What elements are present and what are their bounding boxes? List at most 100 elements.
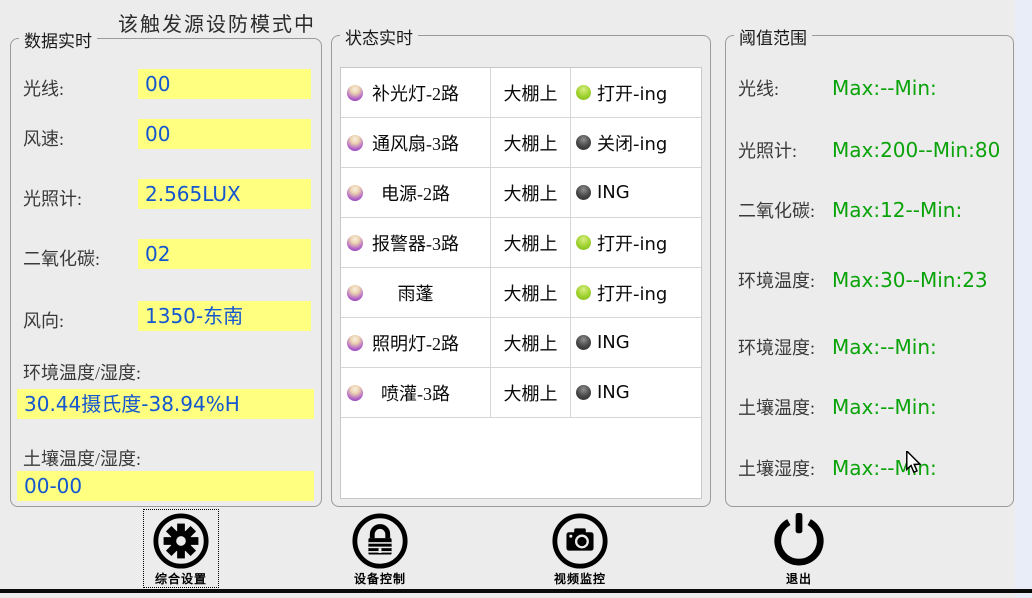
status-dot-icon — [576, 285, 591, 300]
device-ball-icon — [347, 335, 363, 351]
light-label: 光线: — [23, 75, 64, 101]
threshold-label: 光线: — [738, 75, 832, 101]
device-control-button[interactable]: 设备控制 — [342, 509, 418, 588]
device-location-cell: 大棚上 — [491, 118, 571, 167]
threshold-label: 环境温度: — [738, 267, 832, 293]
camera-icon — [551, 512, 609, 570]
settings-button[interactable]: 综合设置 — [143, 509, 219, 588]
table-row[interactable]: 电源-2路 大棚上 ING — [341, 168, 701, 218]
realtime-status-panel-title: 状态实时 — [340, 24, 418, 49]
status-dot-icon — [576, 135, 591, 150]
status-text: ING — [597, 382, 630, 403]
video-monitor-button-label: 视频监控 — [543, 570, 617, 587]
status-dot-icon — [576, 235, 591, 250]
device-status-cell: 关闭-ing — [571, 118, 701, 167]
device-name-cell: 雨蓬 — [341, 268, 491, 317]
table-row[interactable]: 补光灯-2路 大棚上 打开-ing — [341, 68, 701, 118]
threshold-value: Max:200--Min:80 — [832, 138, 1000, 162]
device-status-cell: 打开-ing — [571, 218, 701, 267]
device-name: 照明灯-2路 — [372, 330, 459, 356]
lux-meter-label: 光照计: — [23, 185, 82, 211]
status-text: 关闭-ing — [597, 130, 667, 156]
table-row[interactable]: 报警器-3路 大棚上 打开-ing — [341, 218, 701, 268]
bottom-divider — [0, 589, 1032, 593]
device-name-cell: 电源-2路 — [341, 168, 491, 217]
threshold-label: 土壤温度: — [738, 394, 832, 420]
device-name: 通风扇-3路 — [372, 130, 459, 156]
realtime-data-panel: 数据实时 光线: 00 风速: 00 光照计: 2.565LUX 二氧化碳: 0… — [10, 38, 322, 507]
threshold-row: 土壤温度:Max:--Min: — [738, 394, 937, 420]
soil-temp-humidity-label: 土壤温度/湿度: — [23, 445, 141, 471]
device-ball-icon — [347, 85, 363, 101]
co2-label: 二氧化碳: — [23, 245, 100, 271]
device-name-cell: 照明灯-2路 — [341, 318, 491, 367]
device-ball-icon — [347, 185, 363, 201]
threshold-range-panel-title: 阈值范围 — [734, 24, 812, 49]
device-name: 报警器-3路 — [372, 230, 459, 256]
realtime-data-panel-title: 数据实时 — [19, 27, 97, 52]
status-dot-icon — [576, 385, 591, 400]
status-text: 打开-ing — [597, 280, 667, 306]
lock-icon — [351, 512, 409, 570]
device-status-cell: ING — [571, 368, 701, 417]
device-location-cell: 大棚上 — [491, 368, 571, 417]
device-ball-icon — [347, 285, 363, 301]
threshold-row: 环境温度:Max:30--Min:23 — [738, 267, 988, 293]
status-text: 打开-ing — [597, 80, 667, 106]
threshold-label: 土壤湿度: — [738, 455, 832, 481]
light-value-field[interactable]: 00 — [138, 69, 311, 99]
device-name: 补光灯-2路 — [372, 80, 459, 106]
threshold-row: 二氧化碳:Max:12--Min: — [738, 197, 962, 223]
threshold-value: Max:--Min: — [832, 76, 937, 100]
table-row[interactable]: 通风扇-3路 大棚上 关闭-ing — [341, 118, 701, 168]
device-name-cell: 通风扇-3路 — [341, 118, 491, 167]
device-status-cell: 打开-ing — [571, 68, 701, 117]
wind-direction-value-field[interactable]: 1350-东南 — [138, 301, 311, 331]
status-dot-icon — [576, 185, 591, 200]
status-dot-icon — [576, 335, 591, 350]
env-temp-humidity-value-field[interactable]: 30.44摄氏度-38.94%H — [17, 389, 314, 419]
mouse-cursor — [905, 451, 925, 474]
table-row[interactable]: 雨蓬 大棚上 打开-ing — [341, 268, 701, 318]
table-row[interactable]: 喷灌-3路 大棚上 ING — [341, 368, 701, 418]
device-location-cell: 大棚上 — [491, 268, 571, 317]
co2-value-field[interactable]: 02 — [138, 239, 311, 269]
threshold-row: 环境湿度:Max:--Min: — [738, 334, 937, 360]
soil-temp-humidity-value-field[interactable]: 00-00 — [17, 471, 314, 501]
device-name-cell: 报警器-3路 — [341, 218, 491, 267]
screen-edge-strip — [1015, 0, 1032, 598]
device-status-cell: ING — [571, 168, 701, 217]
table-row[interactable]: 照明灯-2路 大棚上 ING — [341, 318, 701, 368]
device-location-cell: 大棚上 — [491, 68, 571, 117]
device-name: 电源-2路 — [381, 180, 450, 206]
threshold-value: Max:30--Min:23 — [832, 268, 988, 292]
device-status-cell: ING — [571, 318, 701, 367]
settings-button-label: 综合设置 — [144, 570, 218, 587]
env-temp-humidity-label: 环境温度/湿度: — [23, 359, 141, 385]
threshold-value: Max:12--Min: — [832, 198, 962, 222]
status-text: ING — [597, 182, 630, 203]
device-status-table: 补光灯-2路 大棚上 打开-ing 通风扇-3路 大棚上 关闭-ing 电源-2… — [340, 67, 702, 499]
realtime-status-panel: 状态实时 补光灯-2路 大棚上 打开-ing 通风扇-3路 大棚上 关闭-ing — [331, 35, 711, 507]
status-text: ING — [597, 332, 630, 353]
threshold-label: 光照计: — [738, 137, 832, 163]
threshold-range-panel: 阈值范围 光线:Max:--Min: 光照计:Max:200--Min:80 二… — [725, 35, 1014, 507]
wind-direction-label: 风向: — [23, 307, 64, 333]
threshold-label: 二氧化碳: — [738, 197, 832, 223]
device-name-cell: 补光灯-2路 — [341, 68, 491, 117]
status-text: 打开-ing — [597, 230, 667, 256]
threshold-value: Max:--Min: — [832, 395, 937, 419]
gear-icon — [152, 512, 210, 570]
device-status-cell: 打开-ing — [571, 268, 701, 317]
arming-mode-banner: 该触发源设防模式中 — [118, 8, 316, 37]
threshold-label: 环境湿度: — [738, 334, 832, 360]
device-name: 喷灌-3路 — [381, 380, 450, 406]
video-monitor-button[interactable]: 视频监控 — [542, 509, 618, 588]
device-name-cell: 喷灌-3路 — [341, 368, 491, 417]
exit-button-label: 退出 — [762, 570, 836, 587]
exit-button[interactable]: 退出 — [761, 509, 837, 588]
device-ball-icon — [347, 135, 363, 151]
wind-speed-value-field[interactable]: 00 — [138, 119, 311, 149]
wind-speed-label: 风速: — [23, 125, 64, 151]
lux-meter-value-field[interactable]: 2.565LUX — [138, 179, 311, 209]
